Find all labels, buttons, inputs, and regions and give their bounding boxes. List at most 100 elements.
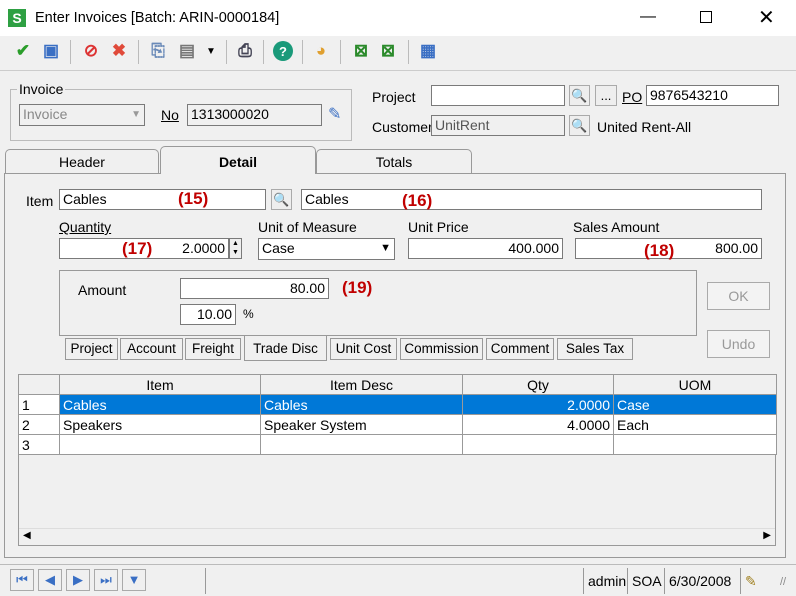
po-input[interactable]: 9876543210	[646, 85, 779, 106]
tab-totals[interactable]: Totals	[316, 149, 472, 174]
subtab-freight[interactable]: Freight	[185, 338, 241, 360]
title-bar: S Enter Invoices [Batch: ARIN-0000184] —…	[0, 0, 796, 36]
chevron-down-icon: ▼	[131, 109, 141, 120]
cancel-icon[interactable]: ⊘	[80, 40, 102, 62]
uom-select[interactable]: Case ▼	[258, 238, 395, 260]
invoice-type-select[interactable]: Invoice ▼	[19, 104, 145, 126]
status-company: SOA	[627, 568, 666, 594]
edit-notes-icon[interactable]: ✎	[740, 568, 761, 594]
row-number: 3	[18, 434, 60, 455]
table-row[interactable]: 3	[18, 434, 777, 455]
cell-item[interactable]: Speakers	[59, 414, 261, 435]
customer-label: Customer	[372, 119, 433, 135]
tab-totals-label: Totals	[375, 154, 413, 170]
filter-icon[interactable]: ▼	[122, 569, 146, 591]
project-search-icon[interactable]: 🔍	[569, 85, 590, 106]
horizontal-scrollbar[interactable]: ◀ ▶	[19, 528, 775, 545]
subtab-project[interactable]: Project	[65, 338, 118, 360]
toolbar-separator	[138, 40, 139, 64]
item-label: Item	[26, 193, 54, 209]
item-desc-input[interactable]: Cables	[301, 189, 762, 210]
last-record-icon[interactable]: ⏭	[94, 569, 118, 591]
item-search-icon[interactable]: 🔍	[271, 189, 292, 210]
subtab-account[interactable]: Account	[120, 338, 183, 360]
row-number: 1	[18, 394, 60, 415]
cell-desc[interactable]: Cables	[260, 394, 463, 415]
subtab-sales-tax[interactable]: Sales Tax	[557, 338, 633, 360]
invoice-no-field[interactable]: 1313000020	[187, 104, 322, 126]
subtab-commission[interactable]: Commission	[400, 338, 483, 360]
undo-button[interactable]: Undo	[707, 330, 770, 358]
customer-name: United Rent-All	[597, 119, 692, 135]
maximize-button[interactable]	[700, 11, 712, 23]
save-icon[interactable]: ▣	[40, 40, 62, 62]
resize-grip-icon[interactable]: //	[780, 576, 786, 588]
tab-header[interactable]: Header	[5, 149, 159, 174]
delete-icon[interactable]: ✖	[108, 40, 130, 62]
copy-icon[interactable]: ⎘	[147, 40, 169, 62]
subtab-comment[interactable]: Comment	[486, 338, 554, 360]
cell-qty[interactable]: 4.0000	[462, 414, 614, 435]
table-row[interactable]: 2 Speakers Speaker System 4.0000 Each	[18, 414, 777, 435]
close-button[interactable]: ✕	[758, 5, 775, 30]
status-message	[205, 568, 583, 594]
scroll-left-icon[interactable]: ◀	[23, 530, 31, 541]
column-header-qty[interactable]: Qty	[462, 374, 614, 395]
next-record-icon[interactable]: ▶	[66, 569, 90, 591]
column-header-item-desc[interactable]: Item Desc	[260, 374, 463, 395]
minimize-button[interactable]: —	[640, 8, 656, 26]
accept-icon[interactable]: ✔	[12, 40, 34, 62]
cell-item[interactable]: Cables	[59, 394, 261, 415]
cell-item[interactable]	[59, 434, 261, 455]
item-input[interactable]: Cables	[59, 189, 266, 210]
row-number: 2	[18, 414, 60, 435]
trade-disc-panel	[59, 270, 697, 336]
cell-qty[interactable]	[462, 434, 614, 455]
percent-input[interactable]: 10.00	[180, 304, 236, 325]
layout-icon[interactable]: ▦	[417, 40, 439, 62]
customer-search-icon[interactable]: 🔍	[569, 115, 590, 136]
amount-label: Amount	[78, 282, 127, 298]
row-number-header	[18, 374, 60, 395]
notes-icon[interactable]: ▤	[176, 40, 198, 62]
subtab-unit-cost[interactable]: Unit Cost	[330, 338, 397, 360]
excel-import-icon[interactable]: ⊠	[377, 40, 399, 62]
unit-price-input[interactable]: 400.000	[408, 238, 563, 259]
help-icon[interactable]: ?	[273, 41, 293, 61]
customer-input[interactable]: UnitRent	[431, 115, 565, 136]
cell-qty[interactable]: 2.0000	[462, 394, 614, 415]
cell-desc[interactable]: Speaker System	[260, 414, 463, 435]
quantity-stepper[interactable]: ▲ ▼	[229, 238, 242, 259]
notes-dropdown-icon[interactable]: ▼	[200, 40, 222, 62]
uom-value: Case	[262, 240, 295, 256]
first-record-icon[interactable]: ⏮	[10, 569, 34, 591]
invoice-type-value: Invoice	[23, 106, 68, 122]
grid-header-row: Item Item Desc Qty UOM	[18, 374, 777, 395]
previous-record-icon[interactable]: ◀	[38, 569, 62, 591]
project-input[interactable]	[431, 85, 565, 106]
subtab-trade-disc[interactable]: Trade Disc	[244, 336, 327, 361]
cell-uom[interactable]	[613, 434, 777, 455]
toolbar-separator	[226, 40, 227, 64]
project-browse-button[interactable]: ...	[595, 85, 617, 106]
column-header-item[interactable]: Item	[59, 374, 261, 395]
options-icon[interactable]: ◕	[310, 40, 332, 62]
cell-desc[interactable]	[260, 434, 463, 455]
ok-button[interactable]: OK	[707, 282, 770, 310]
table-row[interactable]: 1 Cables Cables 2.0000 Case	[18, 394, 777, 415]
scroll-right-icon[interactable]: ▶	[763, 530, 771, 541]
chevron-down-icon: ▼	[380, 242, 391, 254]
amount-input[interactable]: 80.00	[180, 278, 329, 299]
column-header-uom[interactable]: UOM	[613, 374, 777, 395]
excel-export-icon[interactable]: ⊠	[350, 40, 372, 62]
print-icon[interactable]: ⎙	[234, 40, 256, 62]
tab-detail[interactable]: Detail	[160, 146, 316, 174]
window-title: Enter Invoices [Batch: ARIN-0000184]	[35, 10, 280, 26]
annotation-15: (15)	[178, 189, 209, 208]
cell-uom[interactable]: Case	[613, 394, 777, 415]
quantity-label: Quantity	[59, 219, 112, 235]
status-date: 6/30/2008	[664, 568, 735, 594]
cell-uom[interactable]: Each	[613, 414, 777, 435]
tab-header-label: Header	[59, 154, 105, 170]
next-number-icon[interactable]: ✎	[328, 104, 341, 124]
